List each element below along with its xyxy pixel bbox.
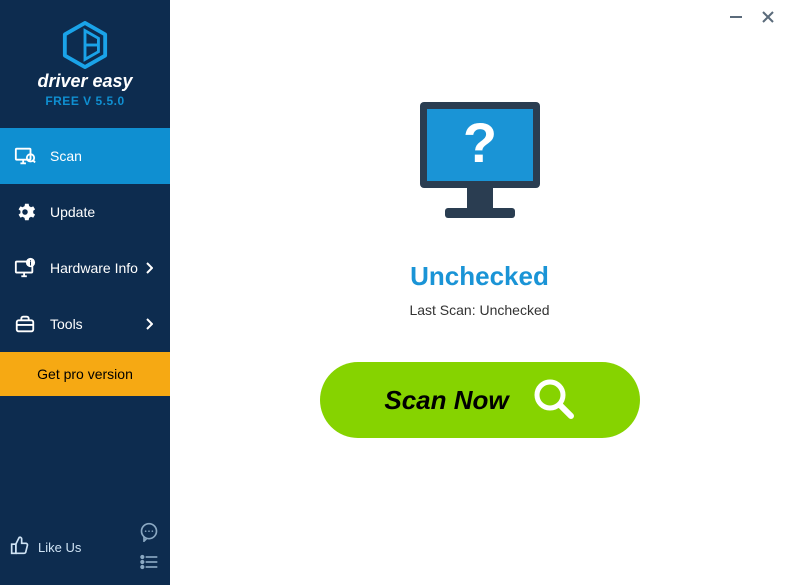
sidebar-item-update[interactable]: Update	[0, 184, 170, 240]
get-pro-button[interactable]: Get pro version	[0, 352, 170, 396]
search-icon	[531, 376, 575, 425]
sidebar-nav: Scan Update i Hard	[0, 128, 170, 352]
sidebar-item-scan[interactable]: Scan	[0, 128, 170, 184]
status-illustration: ?	[405, 94, 555, 239]
sidebar-item-label: Hardware Info	[50, 260, 138, 276]
monitor-info-icon: i	[14, 257, 36, 279]
gear-icon	[14, 201, 36, 223]
sidebar-spacer	[0, 396, 170, 513]
scan-now-label: Scan Now	[384, 385, 508, 416]
feedback-icon[interactable]	[138, 521, 160, 543]
toolbox-icon	[14, 313, 36, 335]
thumbs-up-icon	[10, 535, 30, 560]
sidebar-item-label: Scan	[50, 148, 82, 164]
main-panel: ? Unchecked Last Scan: Unchecked Scan No…	[170, 0, 789, 585]
sidebar-item-label: Tools	[50, 316, 83, 332]
logo-block: driver easy FREE V 5.5.0	[0, 0, 170, 128]
sidebar-item-hardware-info[interactable]: i Hardware Info	[0, 240, 170, 296]
chevron-right-icon	[142, 262, 156, 274]
sidebar-bottom: Like Us	[0, 513, 170, 585]
scan-icon	[14, 145, 36, 167]
app-logo-icon	[61, 21, 109, 69]
sidebar-item-label: Update	[50, 204, 95, 220]
close-button[interactable]	[759, 8, 777, 26]
svg-text:?: ?	[462, 111, 496, 174]
like-us-button[interactable]: Like Us	[10, 535, 81, 560]
app-version: FREE V 5.5.0	[45, 94, 124, 108]
status-title: Unchecked	[410, 261, 549, 292]
app-name: driver easy	[37, 71, 132, 92]
get-pro-label: Get pro version	[37, 366, 133, 382]
like-us-label: Like Us	[38, 540, 81, 555]
svg-text:i: i	[29, 258, 31, 267]
sidebar: driver easy FREE V 5.5.0 Scan	[0, 0, 170, 585]
scan-now-button[interactable]: Scan Now	[320, 362, 640, 438]
last-scan-label: Last Scan: Unchecked	[409, 302, 549, 318]
chevron-right-icon	[142, 318, 156, 330]
sidebar-item-tools[interactable]: Tools	[0, 296, 170, 352]
minimize-button[interactable]	[727, 8, 745, 26]
menu-icon[interactable]	[138, 551, 160, 573]
window-controls	[727, 0, 789, 34]
